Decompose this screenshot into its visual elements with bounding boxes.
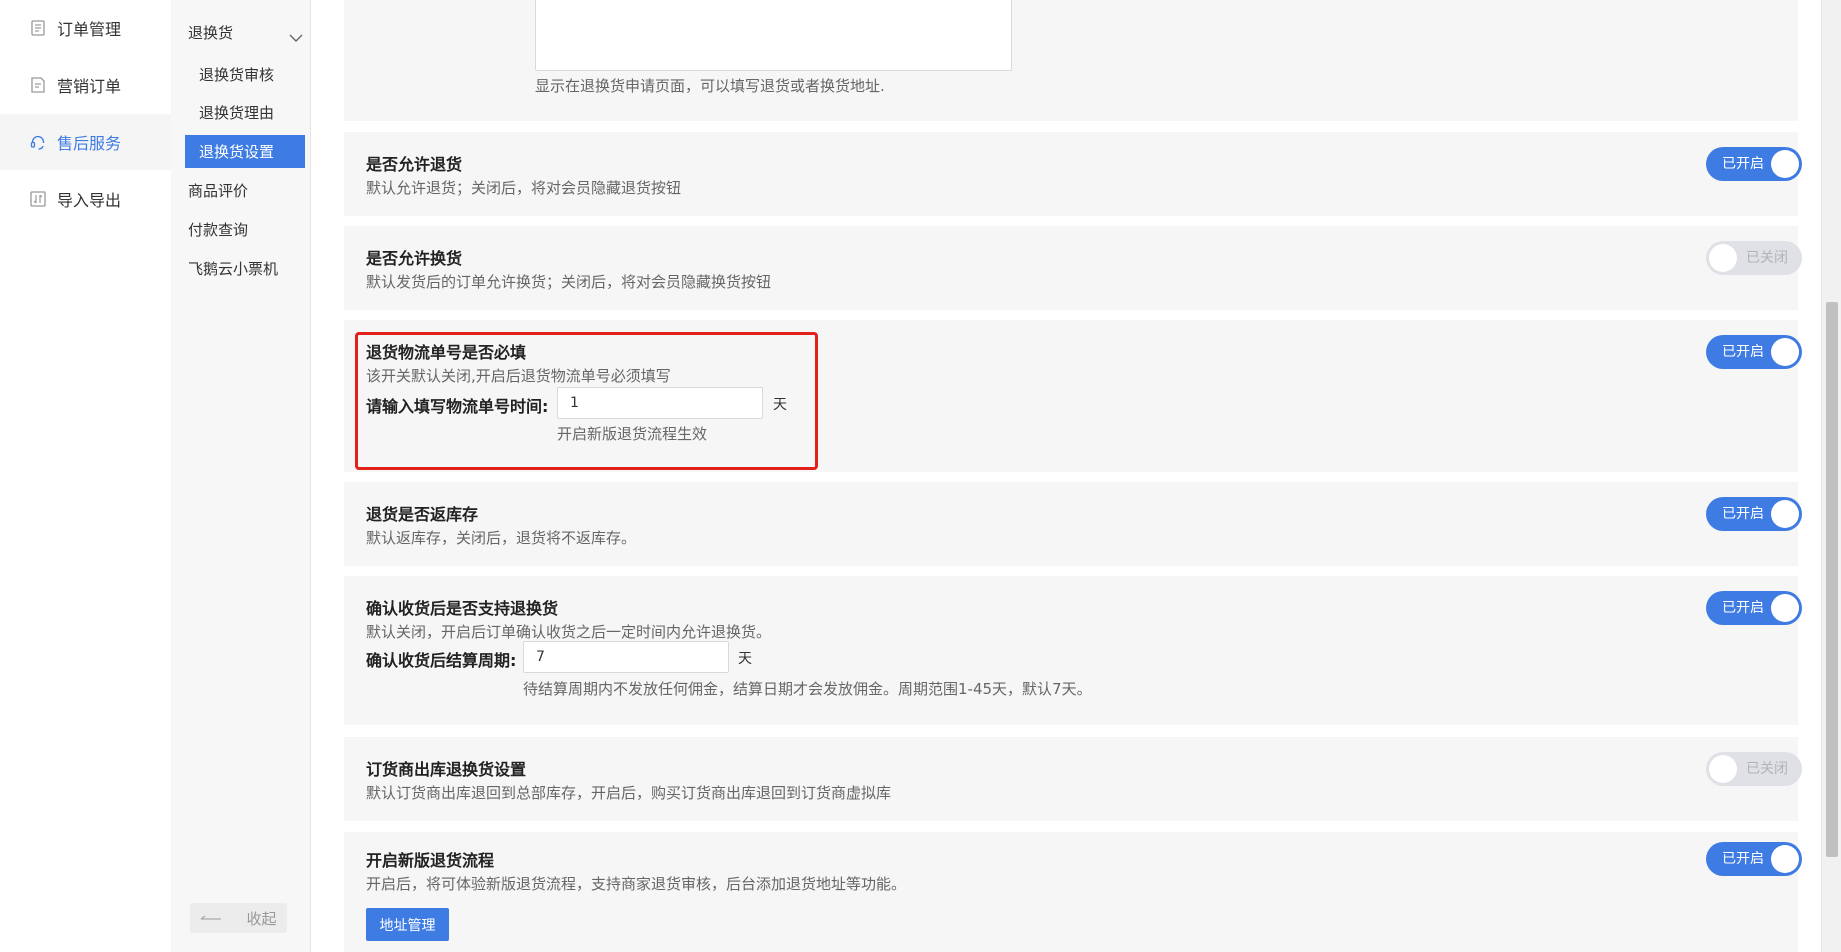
nav-item-import-export[interactable]: 导入导出	[0, 171, 171, 227]
primary-sidebar: 订单管理 营销订单 售后服务 导入导出	[0, 0, 172, 952]
field-label: 请输入填写物流单号时间:	[366, 397, 549, 416]
settlement-days-input[interactable]: 7	[523, 641, 729, 673]
nav-item-label: 售后服务	[57, 134, 122, 153]
card-desc: 默认关闭，开启后订单确认收货之后一定时间内允许退换货。	[366, 623, 772, 641]
card-desc: 开启后，将可体验新版退货流程，支持商家退货审核，后台添加退货地址等功能。	[366, 875, 907, 893]
return-address-hint: 显示在退换货申请页面，可以填写退货或者换货地址.	[535, 77, 885, 95]
toggle-label: 已开启	[1722, 851, 1764, 867]
card-title: 是否允许换货	[366, 249, 463, 268]
field-hint: 待结算周期内不发放任何佣金，结算日期才会发放佣金。周期范围1-45天，默认7天。	[523, 680, 1092, 698]
unit-label: 天	[738, 651, 752, 667]
card-title: 退货物流单号是否必填	[366, 343, 527, 362]
document-icon	[30, 20, 46, 36]
card-title: 开启新版退货流程	[366, 851, 495, 870]
nav-item-payment-query[interactable]: 付款查询	[188, 219, 248, 240]
allow-exchange-card: 是否允许换货 默认发货后的订单允许换货；关闭后，将对会员隐藏换货按钮 已关闭	[344, 226, 1802, 310]
nav-item-order-management[interactable]: 订单管理	[0, 0, 171, 56]
field-label: 确认收货后结算周期:	[366, 651, 517, 670]
import-export-icon	[30, 191, 46, 207]
main-content: 显示在退换货申请页面，可以填写退货或者换货地址. 是否允许退货 默认允许退货；关…	[311, 0, 1831, 952]
allow-exchange-toggle[interactable]: 已关闭	[1706, 241, 1802, 275]
unit-label: 天	[773, 397, 787, 413]
allow-return-card: 是否允许退货 默认允许退货；关闭后，将对会员隐藏退货按钮 已开启	[344, 132, 1802, 216]
after-receipt-toggle[interactable]: 已开启	[1706, 591, 1802, 625]
toggle-knob	[1771, 150, 1799, 178]
card-title: 退货是否返库存	[366, 505, 479, 524]
nav-sub-return-settings[interactable]: 退换货设置	[185, 135, 305, 168]
return-to-stock-card: 退货是否返库存 默认返库存，关闭后，退货将不返库存。 已开启	[344, 482, 1802, 566]
receipt-icon	[30, 77, 46, 93]
collapse-label: 收起	[246, 909, 277, 928]
toggle-knob	[1771, 338, 1799, 366]
card-title: 确认收货后是否支持退换货	[366, 599, 559, 618]
toggle-knob	[1709, 244, 1737, 272]
toggle-label: 已开启	[1722, 506, 1764, 522]
vertical-scrollbar[interactable]	[1821, 0, 1841, 952]
toggle-knob	[1771, 594, 1799, 622]
new-return-flow-toggle[interactable]: 已开启	[1706, 842, 1802, 876]
nav-sub-return-review[interactable]: 退换货审核	[185, 58, 305, 91]
toggle-knob	[1771, 500, 1799, 528]
collapse-button[interactable]: 收起	[190, 903, 287, 933]
toggle-label: 已开启	[1722, 600, 1764, 616]
arrow-left-icon	[200, 909, 222, 927]
nav-item-receipt-printer[interactable]: 飞鹅云小票机	[188, 258, 278, 279]
secondary-sidebar: 退换货 退换货审核 退换货理由 退换货设置 商品评价 付款查询 飞鹅云小票机 收…	[171, 0, 311, 952]
nav-group-returns[interactable]: 退换货	[188, 22, 303, 43]
toggle-label: 已关闭	[1746, 761, 1788, 777]
nav-item-after-sales[interactable]: 售后服务	[0, 114, 171, 170]
address-management-button[interactable]: 地址管理	[366, 908, 449, 941]
headset-icon	[30, 134, 46, 150]
return-address-textarea[interactable]	[535, 0, 1012, 71]
return-to-stock-toggle[interactable]: 已开启	[1706, 497, 1802, 531]
toggle-knob	[1709, 755, 1737, 783]
card-desc: 默认返库存，关闭后，退货将不返库存。	[366, 529, 637, 547]
nav-sub-return-reasons[interactable]: 退换货理由	[185, 96, 305, 129]
card-desc: 默认允许退货；关闭后，将对会员隐藏退货按钮	[366, 179, 682, 197]
nav-item-product-reviews[interactable]: 商品评价	[188, 180, 248, 201]
nav-item-label: 订单管理	[57, 20, 122, 39]
new-return-flow-card: 开启新版退货流程 开启后，将可体验新版退货流程，支持商家退货审核，后台添加退货地…	[344, 832, 1802, 952]
card-title: 订货商出库退换货设置	[366, 760, 527, 779]
toggle-label: 已开启	[1722, 156, 1764, 172]
card-desc: 该开关默认关闭,开启后退货物流单号必须填写	[366, 367, 671, 385]
toggle-knob	[1771, 845, 1799, 873]
toggle-label: 已关闭	[1746, 250, 1788, 266]
distributor-return-toggle[interactable]: 已关闭	[1706, 752, 1802, 786]
return-address-card: 显示在退换货申请页面，可以填写退货或者换货地址.	[344, 0, 1798, 121]
scrollbar-thumb[interactable]	[1826, 302, 1838, 857]
logistics-required-toggle[interactable]: 已开启	[1706, 335, 1802, 369]
nav-item-label: 导入导出	[57, 191, 122, 210]
toggle-label: 已开启	[1722, 344, 1764, 360]
field-hint: 开启新版退货流程生效	[557, 425, 708, 443]
card-title: 是否允许退货	[366, 155, 463, 174]
chevron-down-icon	[289, 28, 303, 46]
card-desc: 默认订货商出库退回到总部库存，开启后，购买订货商出库退回到订货商虚拟库	[366, 784, 892, 802]
logistics-required-card: 退货物流单号是否必填 该开关默认关闭,开启后退货物流单号必须填写 请输入填写物流…	[344, 320, 1802, 472]
nav-item-marketing-orders[interactable]: 营销订单	[0, 57, 171, 113]
distributor-return-card: 订货商出库退换货设置 默认订货商出库退回到总部库存，开启后，购买订货商出库退回到…	[344, 737, 1802, 821]
card-desc: 默认发货后的订单允许换货；关闭后，将对会员隐藏换货按钮	[366, 273, 772, 291]
after-receipt-card: 确认收货后是否支持退换货 默认关闭，开启后订单确认收货之后一定时间内允许退换货。…	[344, 576, 1802, 725]
logistics-days-input[interactable]: 1	[557, 387, 763, 419]
nav-item-label: 营销订单	[57, 77, 122, 96]
nav-group-label: 退换货	[188, 24, 234, 42]
allow-return-toggle[interactable]: 已开启	[1706, 147, 1802, 181]
